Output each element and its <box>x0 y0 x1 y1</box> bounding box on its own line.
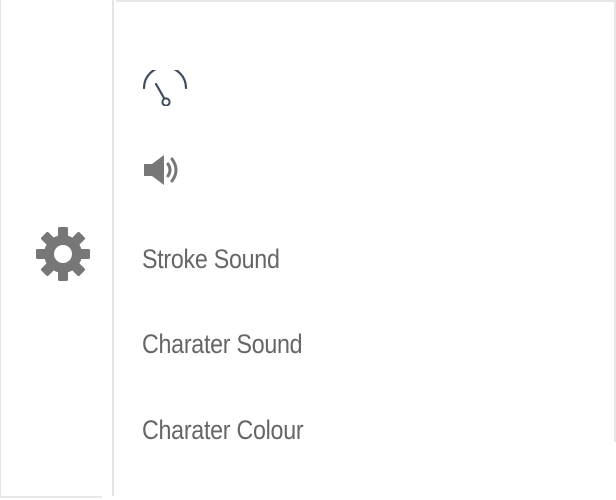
rail-divider <box>0 496 102 498</box>
menu-item-label: Charater Colour <box>142 414 304 445</box>
menu-item-volume[interactable] <box>142 146 442 194</box>
menu-item-character-sound[interactable]: Charater Sound <box>142 320 442 368</box>
menu-item-stroke-sound[interactable]: Stroke Sound <box>142 235 442 283</box>
menu-item-label: Stroke Sound <box>142 243 280 274</box>
speaker-volume-icon <box>142 152 184 188</box>
menu-item-character-colour[interactable]: Charater Colour <box>142 406 442 454</box>
speed-gauge-icon <box>142 70 188 106</box>
menu-item-speed[interactable] <box>142 64 442 112</box>
gear-icon[interactable] <box>35 226 91 282</box>
menu-item-label: Charater Sound <box>142 328 303 359</box>
settings-screen: Stroke Sound Charater Sound Charater Col… <box>0 0 616 500</box>
